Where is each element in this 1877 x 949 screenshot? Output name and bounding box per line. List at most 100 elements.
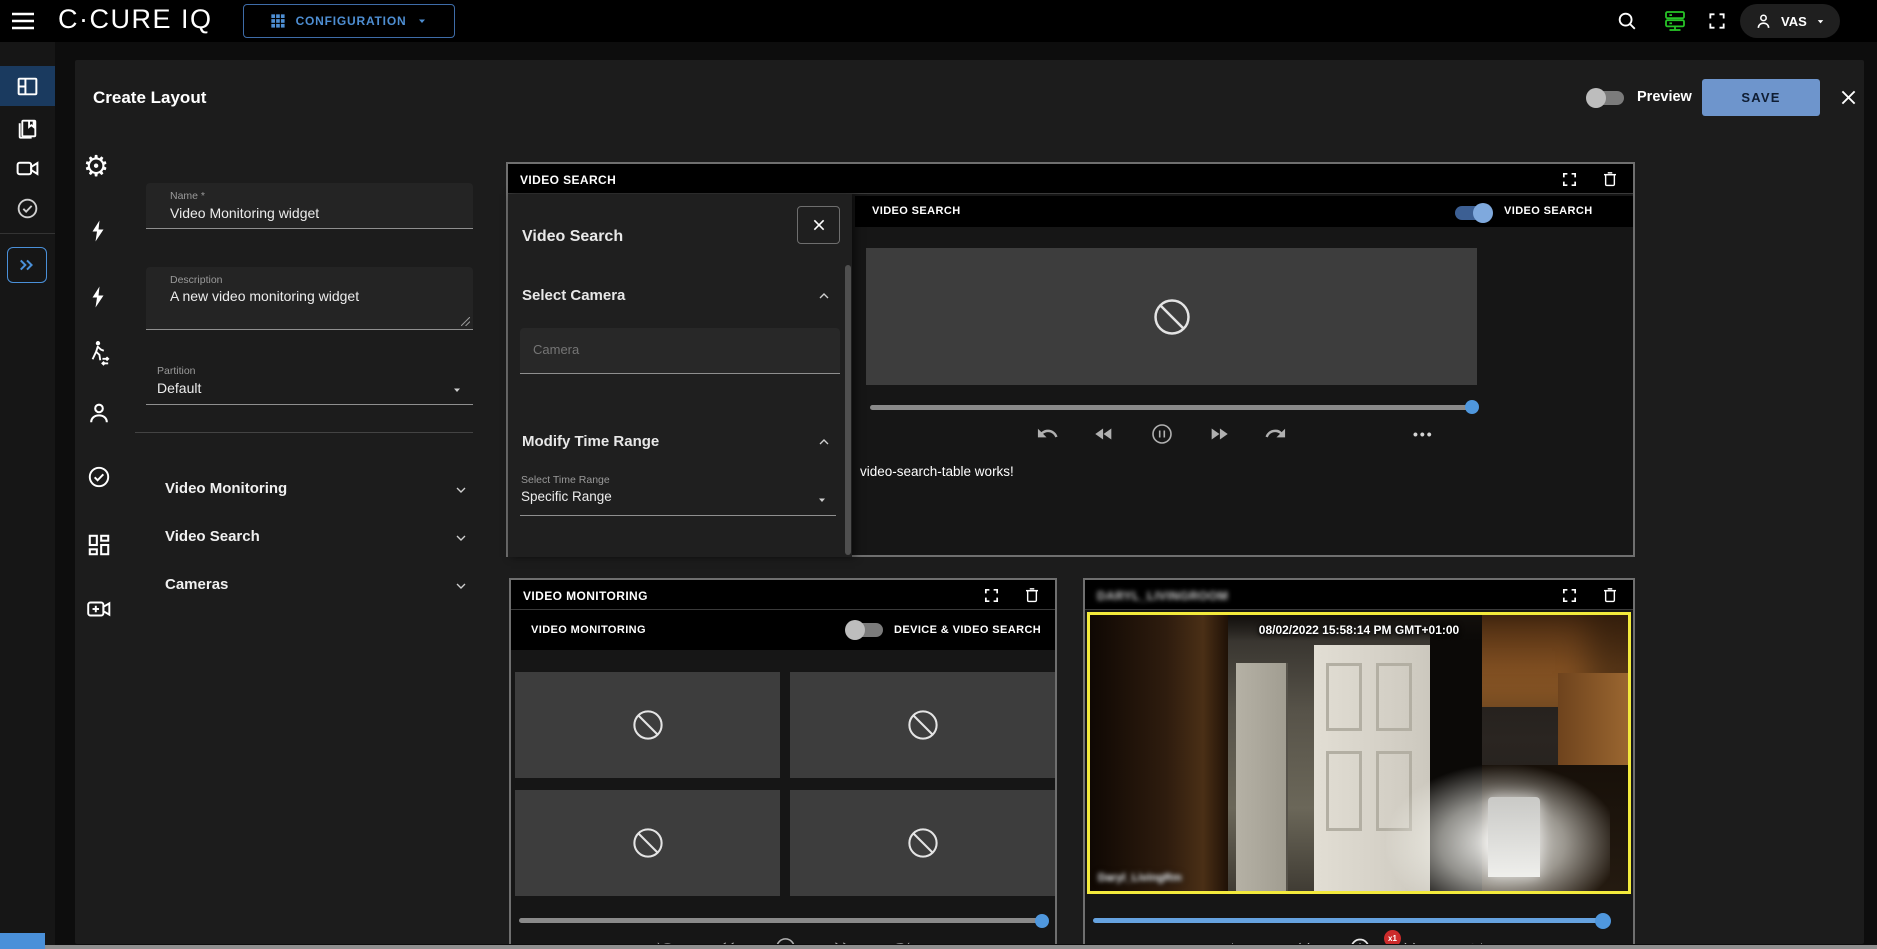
form-divider [135, 432, 473, 433]
feed-appliance [1488, 797, 1540, 877]
camera-panel-delete-icon[interactable] [1601, 586, 1619, 604]
video-monitoring-timeline-thumb[interactable] [1035, 914, 1049, 928]
event-bolt-icon[interactable] [87, 218, 111, 244]
add-camera-icon[interactable] [85, 596, 112, 622]
more-options-icon[interactable]: ••• [1591, 938, 1612, 944]
camera-timeline-thumb[interactable] [1595, 913, 1611, 929]
undo-icon[interactable] [656, 936, 678, 944]
camera-input[interactable] [533, 342, 830, 357]
redo-icon[interactable] [889, 936, 911, 944]
partition-select[interactable]: Partition Default [146, 360, 473, 405]
video-search-delete-icon[interactable] [1601, 170, 1619, 188]
video-monitoring-fullscreen-icon[interactable] [983, 587, 1000, 604]
section-video-search-chevron-down-icon[interactable] [453, 530, 469, 546]
widgets-grid-icon[interactable] [86, 532, 112, 558]
video-monitoring-delete-icon[interactable] [1023, 586, 1041, 604]
video-monitoring-title: VIDEO MONITORING [523, 589, 648, 603]
fullscreen-icon[interactable] [1707, 11, 1727, 31]
section-cameras-chevron-down-icon[interactable] [453, 578, 469, 594]
video-search-timeline-thumb[interactable] [1465, 400, 1479, 414]
fast-forward-icon[interactable] [1401, 937, 1424, 944]
preview-toggle-knob [1586, 88, 1606, 108]
monitor-tile-1[interactable] [515, 672, 780, 778]
user-menu[interactable]: VAS [1740, 4, 1840, 38]
video-search-player[interactable] [866, 248, 1477, 385]
resize-handle-icon[interactable] [461, 317, 470, 326]
drawer-scrollbar[interactable] [845, 265, 851, 555]
name-input[interactable] [170, 205, 463, 221]
close-icon[interactable] [1838, 87, 1859, 108]
pause-icon[interactable] [774, 936, 797, 944]
rewind-icon[interactable] [1093, 423, 1115, 445]
settings-gear-icon[interactable]: ⚙ [83, 152, 109, 181]
time-range-label: Select Time Range [521, 474, 610, 486]
name-field[interactable]: Name * [146, 183, 473, 229]
expand-sidebar-button[interactable] [7, 247, 47, 283]
section-cameras[interactable]: Cameras [165, 576, 228, 594]
video-monitoring-titlebar: VIDEO MONITORING [511, 580, 1055, 610]
description-field[interactable]: Description A new video monitoring widge… [146, 267, 473, 330]
modify-time-range-chevron-up-icon[interactable] [816, 434, 832, 450]
section-video-search[interactable]: Video Search [165, 528, 260, 546]
video-monitoring-toolbar: VIDEO MONITORING DEVICE & VIDEO SEARCH [511, 610, 1055, 650]
playback-clock-icon[interactable] [1348, 936, 1372, 944]
fast-forward-icon[interactable] [1208, 423, 1230, 445]
app-logo: C·CURE IQ [58, 4, 213, 35]
search-icon[interactable] [1616, 10, 1638, 32]
status-check-icon[interactable] [86, 464, 112, 490]
rewind-icon[interactable] [716, 937, 737, 944]
redo-icon[interactable] [1460, 936, 1484, 944]
user-icon [1754, 12, 1773, 31]
video-monitoring-timeline-slider[interactable] [519, 918, 1041, 923]
configuration-menu-button[interactable]: CONFIGURATION [243, 4, 455, 38]
menu-icon[interactable] [10, 11, 36, 31]
video-search-toolbar-label: VIDEO SEARCH [872, 205, 961, 217]
undo-icon[interactable] [1036, 422, 1059, 445]
views-icon[interactable] [15, 116, 40, 141]
drawer-close-button[interactable] [797, 206, 840, 244]
description-input[interactable]: A new video monitoring widget [170, 289, 463, 323]
camera-timeline-slider[interactable] [1093, 918, 1605, 923]
video-search-status-text: video-search-table works! [860, 464, 1014, 479]
server-status-icon[interactable] [1663, 9, 1687, 33]
video-search-fullscreen-icon[interactable] [1561, 171, 1578, 188]
monitor-tile-4[interactable] [790, 790, 1055, 896]
camera-off-icon [904, 824, 942, 862]
bottom-left-accent [0, 933, 45, 949]
select-camera-chevron-up-icon[interactable] [816, 288, 832, 304]
description-field-label: Description [170, 274, 223, 286]
redo-icon[interactable] [1264, 422, 1287, 445]
layouts-icon[interactable] [15, 74, 40, 99]
monitor-tile-2[interactable] [790, 672, 1055, 778]
section-video-monitoring-chevron-down-icon[interactable] [453, 482, 469, 498]
horizontal-scrollbar[interactable] [45, 945, 1877, 949]
video-monitoring-widget-panel: VIDEO MONITORING VIDEO MONITORING DEVICE… [509, 578, 1057, 944]
video-camera-icon[interactable] [15, 156, 40, 181]
camera-feed-selected[interactable]: 08/02/2022 15:58:14 PM GMT+01:00 Daryl_L… [1087, 612, 1631, 894]
video-search-timeline-slider[interactable] [870, 405, 1474, 410]
undo-icon[interactable] [1230, 936, 1254, 944]
rail-divider [0, 233, 55, 234]
video-search-toggle-knob [1473, 203, 1493, 223]
more-options-icon[interactable]: ••• [1413, 426, 1434, 442]
event-bolt-icon-2[interactable] [87, 284, 111, 310]
mustering-walk-icon[interactable] [85, 339, 112, 367]
camera-off-icon [629, 706, 667, 744]
section-video-monitoring[interactable]: Video Monitoring [165, 480, 287, 498]
health-check-icon[interactable] [15, 196, 40, 221]
preview-toggle[interactable] [1588, 89, 1626, 107]
fast-forward-icon[interactable] [832, 937, 853, 944]
device-video-search-toggle[interactable] [847, 621, 885, 639]
personnel-icon[interactable] [86, 400, 112, 426]
section-video-search-label: Video Search [165, 528, 260, 545]
monitor-tile-3[interactable] [515, 790, 780, 896]
more-options-icon[interactable]: ••• [1016, 938, 1037, 944]
pause-icon[interactable] [1150, 422, 1174, 446]
camera-panel-fullscreen-icon[interactable] [1561, 587, 1578, 604]
camera-off-icon [904, 706, 942, 744]
rewind-icon[interactable] [1290, 937, 1313, 944]
video-search-toggle[interactable] [1455, 204, 1493, 222]
save-button[interactable]: SAVE [1702, 79, 1820, 116]
device-toggle-knob [845, 620, 865, 640]
time-range-select[interactable]: Select Time Range Specific Range [520, 470, 836, 516]
